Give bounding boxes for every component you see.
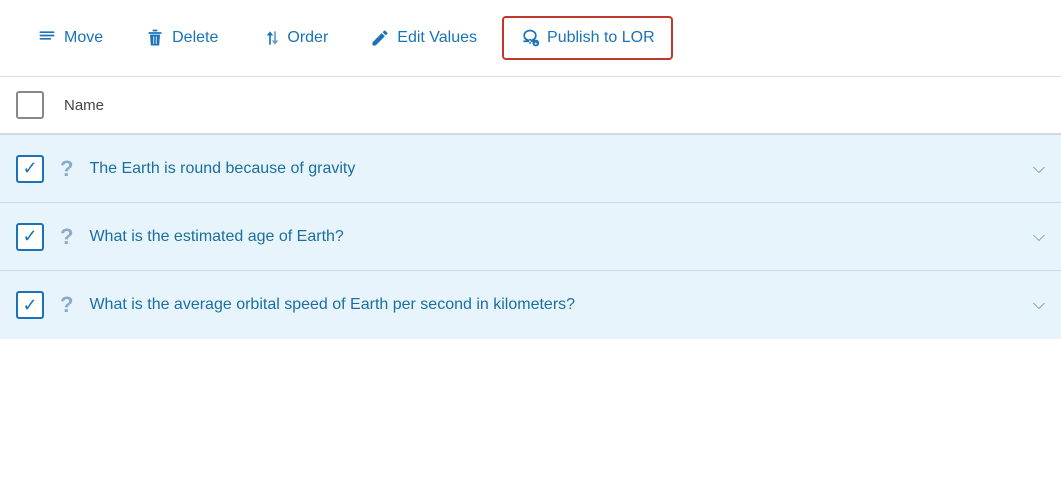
row3-checkbox-wrap: ✓: [16, 291, 44, 319]
edit-values-label: Edit Values: [397, 29, 477, 47]
delete-icon: [145, 28, 165, 48]
order-label: Order: [287, 29, 328, 47]
question-icon: ?: [60, 292, 73, 318]
row1-checkbox[interactable]: ✓: [16, 155, 44, 183]
table-header: Name: [0, 77, 1061, 135]
row3-text: What is the average orbital speed of Ear…: [89, 296, 1016, 314]
row2-checkbox[interactable]: ✓: [16, 223, 44, 251]
chevron-down-icon[interactable]: ⌵: [1033, 296, 1045, 314]
table-row: ✓ ? What is the estimated age of Earth? …: [0, 203, 1061, 271]
toolbar: Move Delete Order Edit Values + Publish …: [0, 0, 1061, 77]
order-button[interactable]: Order: [243, 17, 345, 59]
table-row: ✓ ? What is the average orbital speed of…: [0, 271, 1061, 339]
publish-lor-button[interactable]: + Publish to LOR: [502, 16, 673, 60]
publish-icon: +: [520, 28, 540, 48]
row2-checkbox-wrap: ✓: [16, 223, 44, 251]
delete-label: Delete: [172, 29, 218, 47]
move-icon: [37, 28, 57, 48]
row1-checkbox-wrap: ✓: [16, 155, 44, 183]
select-all-checkbox[interactable]: [16, 91, 44, 119]
order-icon: [260, 28, 280, 48]
question-icon: ?: [60, 224, 73, 250]
edit-icon: [370, 28, 390, 48]
row1-text: The Earth is round because of gravity: [89, 160, 1016, 178]
publish-lor-label: Publish to LOR: [547, 29, 655, 47]
delete-button[interactable]: Delete: [128, 17, 235, 59]
items-table: Name ✓ ? The Earth is round because of g…: [0, 77, 1061, 339]
move-label: Move: [64, 29, 103, 47]
row3-checkbox[interactable]: ✓: [16, 291, 44, 319]
table-row: ✓ ? The Earth is round because of gravit…: [0, 135, 1061, 203]
name-column-header: Name: [64, 97, 104, 114]
edit-values-button[interactable]: Edit Values: [353, 17, 494, 59]
chevron-down-icon[interactable]: ⌵: [1033, 228, 1045, 246]
row2-text: What is the estimated age of Earth?: [89, 228, 1016, 246]
chevron-down-icon[interactable]: ⌵: [1033, 160, 1045, 178]
move-button[interactable]: Move: [20, 17, 120, 59]
question-icon: ?: [60, 156, 73, 182]
svg-text:+: +: [534, 42, 538, 48]
